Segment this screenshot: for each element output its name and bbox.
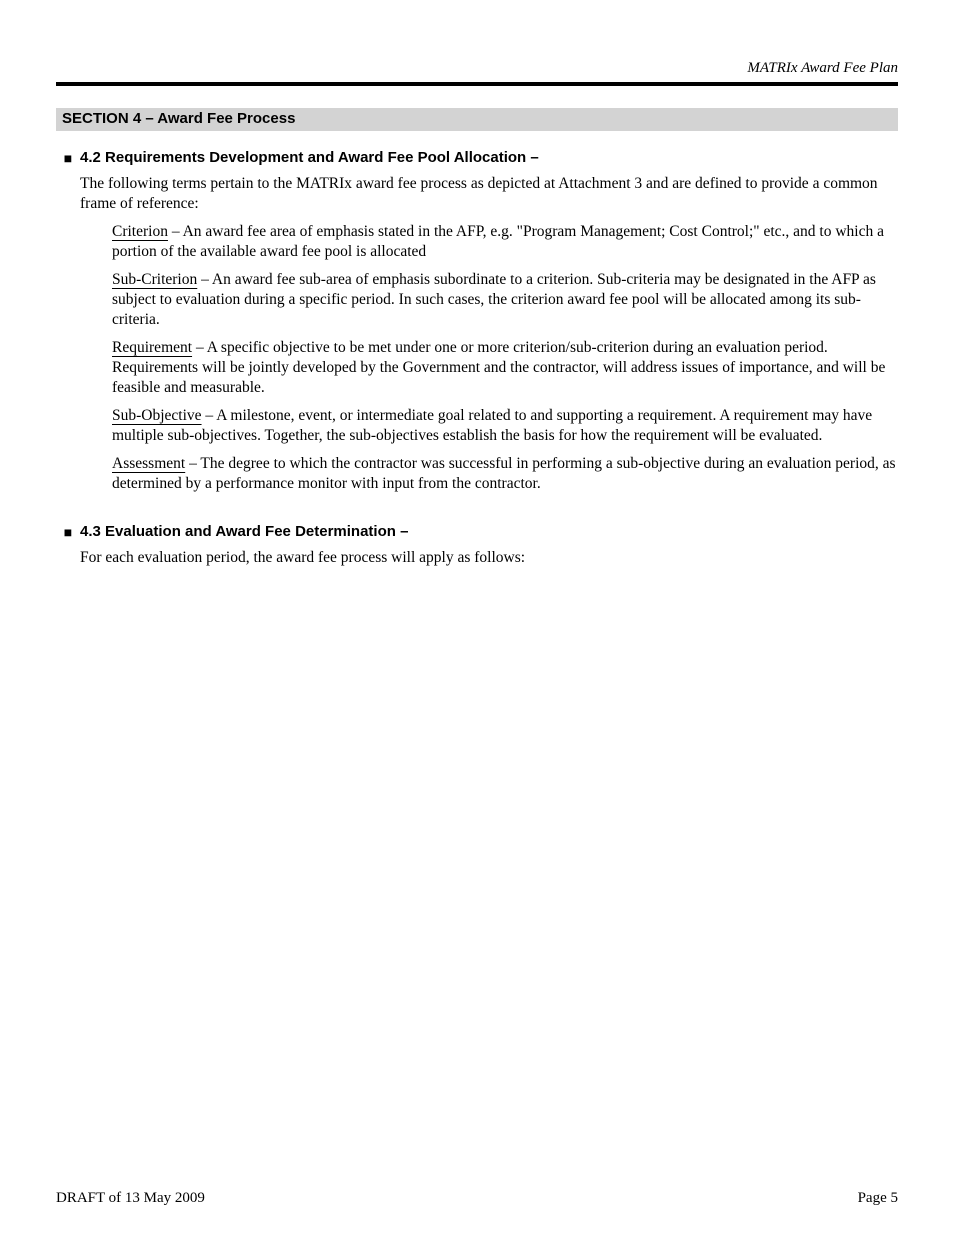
footer-left: DRAFT of 13 May 2009 (56, 1190, 205, 1207)
definition-item: Requirement – A specific objective to be… (112, 338, 898, 398)
list-item: ■ 4.3 Evaluation and Award Fee Determina… (56, 522, 898, 542)
definition-text: – A specific objective to be met under o… (112, 339, 885, 396)
horizontal-rule (56, 82, 898, 86)
definition-item: Assessment – The degree to which the con… (112, 454, 898, 494)
section-heading: SECTION 4 – Award Fee Process (62, 110, 295, 127)
list-item: ■ 4.2 Requirements Development and Award… (56, 148, 898, 168)
definition-term: Requirement (112, 339, 192, 356)
bullet-icon: ■ (56, 148, 80, 168)
definition-text: – An award fee sub-area of emphasis subo… (112, 271, 876, 328)
running-head: MATRIx Award Fee Plan (747, 60, 898, 77)
definition-text: – An award fee area of emphasis stated i… (112, 223, 884, 260)
definition-term: Sub-Objective (112, 407, 202, 424)
footer-right: Page 5 (858, 1190, 898, 1207)
definition-item: Sub-Criterion – An award fee sub-area of… (112, 270, 898, 330)
definition-text: – The degree to which the contractor was… (112, 455, 896, 492)
body-content: ■ 4.2 Requirements Development and Award… (56, 148, 898, 568)
item-label: 4.2 Requirements Development and Award F… (80, 148, 539, 168)
definition-term: Criterion (112, 223, 168, 240)
definition-term: Assessment (112, 455, 185, 472)
definition-text: – A milestone, event, or intermediate go… (112, 407, 872, 444)
bullet-icon: ■ (56, 522, 80, 542)
definition-term: Sub-Criterion (112, 271, 197, 288)
item-body: For each evaluation period, the award fe… (80, 548, 898, 568)
item-body: The following terms pertain to the MATRI… (80, 174, 898, 214)
definition-item: Sub-Objective – A milestone, event, or i… (112, 406, 898, 446)
item-label: 4.3 Evaluation and Award Fee Determinati… (80, 522, 408, 542)
definition-item: Criterion – An award fee area of emphasi… (112, 222, 898, 262)
section-heading-bar: SECTION 4 – Award Fee Process (56, 108, 898, 131)
